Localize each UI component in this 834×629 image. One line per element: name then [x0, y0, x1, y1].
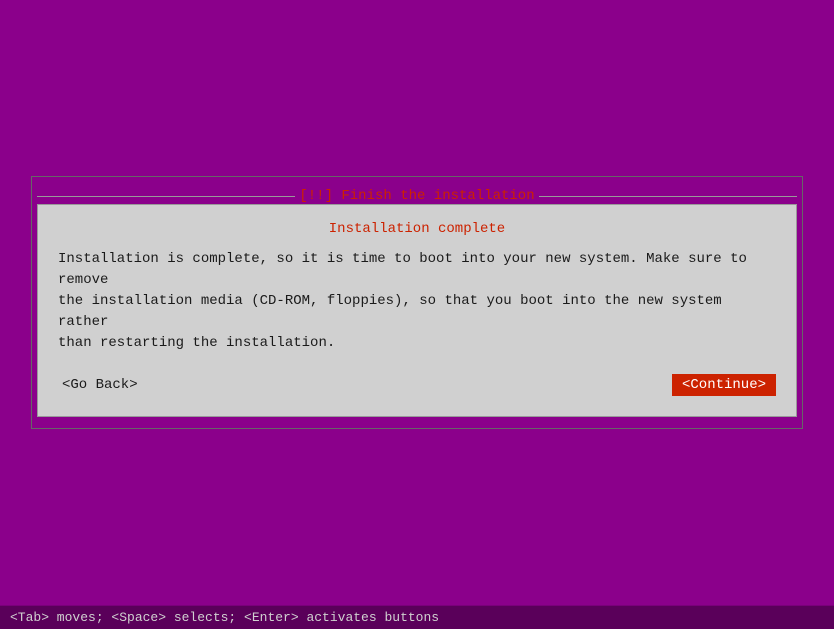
continue-button[interactable]: <Continue>: [672, 374, 776, 396]
dialog-buttons: <Go Back> <Continue>: [58, 374, 776, 396]
status-bar-text: <Tab> moves; <Space> selects; <Enter> ac…: [10, 610, 439, 625]
status-bar: <Tab> moves; <Space> selects; <Enter> ac…: [0, 605, 834, 629]
main-area: [!!] Finish the installation Installatio…: [0, 0, 834, 605]
title-bar: [!!] Finish the installation: [37, 188, 797, 204]
dialog-title: [!!] Finish the installation: [295, 188, 538, 204]
go-back-button[interactable]: <Go Back>: [58, 375, 142, 395]
dialog-wrapper: [!!] Finish the installation Installatio…: [37, 188, 797, 417]
title-line-right: [539, 196, 797, 197]
dialog-body: Installation is complete, so it is time …: [58, 249, 776, 354]
dialog-subtitle: Installation complete: [58, 221, 776, 237]
title-line-left: [37, 196, 295, 197]
dialog-content: Installation complete Installation is co…: [37, 204, 797, 417]
